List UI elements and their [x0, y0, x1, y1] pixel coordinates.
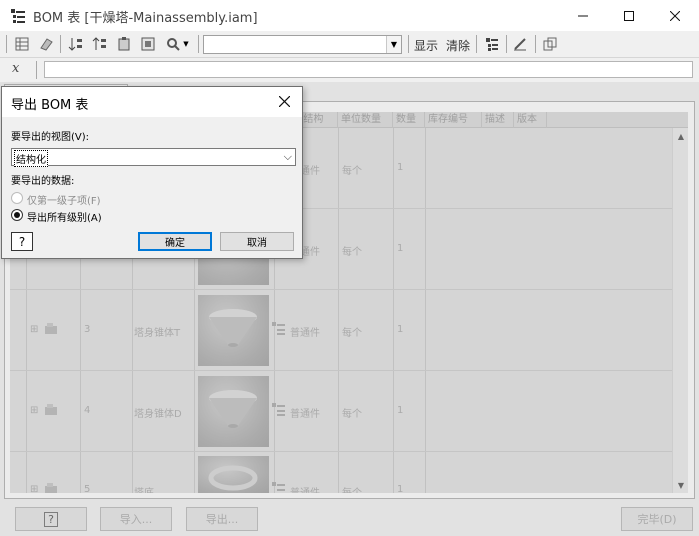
maximize-icon: [624, 10, 634, 21]
title-bar: BOM 表 [干燥塔-Mainassembly.iam]: [0, 0, 699, 31]
clear-button[interactable]: 清除: [446, 37, 470, 54]
dialog-close-button[interactable]: [272, 90, 296, 112]
close-button[interactable]: [652, 0, 698, 31]
copy-icon: [543, 37, 557, 51]
maximize-button[interactable]: [606, 0, 652, 31]
search-icon: [167, 38, 181, 51]
chevron-down-icon: ▼: [183, 40, 189, 48]
minimize-icon: [578, 15, 588, 16]
tree-structure-icon: [486, 38, 498, 51]
show-button[interactable]: 显示: [414, 37, 438, 54]
ok-button[interactable]: 确定: [138, 232, 212, 251]
eraser-button[interactable]: [36, 34, 56, 54]
close-icon: [278, 95, 290, 107]
help-icon: ?: [18, 234, 26, 249]
view-label: 要导出的视图(V):: [11, 132, 90, 143]
formula-input[interactable]: [44, 61, 693, 78]
clipboard-button[interactable]: [114, 34, 134, 54]
bom-table-icon: [15, 37, 29, 51]
sort-ascending-button[interactable]: [66, 34, 86, 54]
dialog-title: 导出 BOM 表: [11, 98, 89, 113]
minimize-button[interactable]: [560, 0, 606, 31]
eraser-icon: [40, 38, 53, 51]
export-table-button[interactable]: [138, 34, 158, 54]
bom-app-icon: [11, 9, 25, 23]
all-levels-radio[interactable]: [11, 209, 23, 221]
edit-button[interactable]: [510, 34, 530, 54]
dialog-help-button[interactable]: ?: [11, 232, 33, 251]
cancel-button[interactable]: 取消: [220, 232, 294, 251]
dialog-body: 要导出的视图(V): 结构化 ⌵ 要导出的数据: 仅第一级子项(F) 导出所有级…: [2, 117, 302, 258]
filter-combobox[interactable]: ▼: [203, 35, 402, 54]
table-export-icon: [141, 37, 155, 51]
sort-ascending-icon: [68, 38, 82, 51]
find-dropdown-button[interactable]: ▼: [162, 34, 192, 54]
bom-view-button[interactable]: [12, 34, 32, 54]
toolbar: ▼ ▼ 显示 清除: [0, 31, 699, 58]
window-title: BOM 表 [干燥塔-Mainassembly.iam]: [33, 11, 258, 26]
export-bom-dialog: 导出 BOM 表 要导出的视图(V): 结构化 ⌵ 要导出的数据: 仅第一级子项…: [1, 86, 303, 259]
formula-icon: x: [12, 61, 20, 76]
chevron-down-icon[interactable]: ▼: [386, 36, 401, 53]
first-level-radio[interactable]: [11, 192, 23, 204]
view-select-value: 结构化: [14, 150, 48, 167]
chevron-down-icon: ⌵: [283, 150, 292, 163]
pencil-icon: [514, 38, 526, 51]
data-label: 要导出的数据:: [11, 176, 75, 187]
sort-descending-icon: [92, 37, 106, 50]
clipboard-icon: [118, 37, 130, 51]
first-level-label: 仅第一级子项(F): [27, 196, 101, 207]
formula-bar: x: [0, 58, 699, 82]
all-levels-label: 导出所有级别(A): [27, 213, 102, 224]
copy-button[interactable]: [540, 34, 560, 54]
close-icon: [670, 10, 680, 21]
sort-descending-button[interactable]: [90, 34, 110, 54]
view-select[interactable]: 结构化 ⌵: [11, 148, 296, 167]
structure-button[interactable]: [482, 34, 502, 54]
